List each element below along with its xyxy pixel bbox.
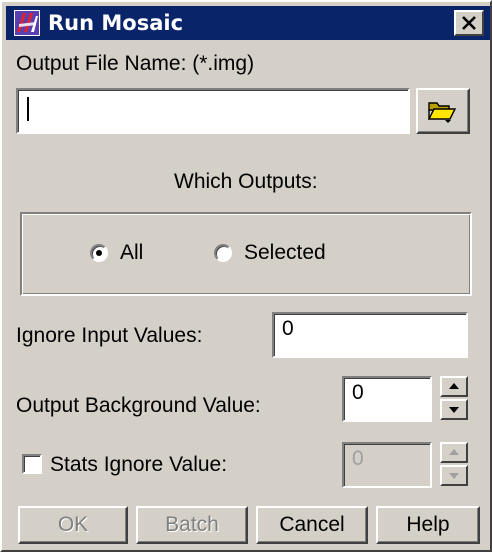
ignore-input-value: 0 (282, 317, 294, 340)
spin-up-button[interactable] (440, 376, 468, 397)
output-background-label: Output Background Value: (16, 394, 261, 417)
output-background-field[interactable]: 0 (342, 376, 432, 422)
title-bar[interactable]: Run Mosaic (6, 6, 490, 40)
output-background-value: 0 (352, 381, 364, 404)
help-button-label: Help (406, 513, 450, 536)
arrow-up-icon (449, 449, 459, 455)
stats-ignore-label: Stats Ignore Value: (50, 453, 228, 476)
radio-selected[interactable]: Selected (206, 238, 346, 268)
folder-open-icon (427, 102, 457, 123)
window-title: Run Mosaic (48, 11, 184, 35)
output-file-label: Output File Name: (*.img) (16, 52, 255, 75)
arrow-down-icon (449, 473, 459, 479)
text-caret (27, 97, 29, 121)
cancel-button-label: Cancel (279, 513, 345, 536)
close-button[interactable] (454, 10, 484, 36)
ok-button[interactable]: OK (18, 506, 128, 544)
radio-all[interactable]: All (82, 238, 182, 268)
which-outputs-group: All Selected (20, 212, 472, 296)
batch-button[interactable]: Batch (136, 506, 248, 544)
radio-all-label: All (120, 241, 144, 264)
batch-button-label: Batch (165, 513, 219, 536)
help-button[interactable]: Help (376, 506, 480, 544)
radio-selected-dot (96, 250, 102, 256)
spin-down-button[interactable] (440, 399, 468, 420)
mosaic-app-icon (14, 10, 40, 36)
cancel-button[interactable]: Cancel (256, 506, 368, 544)
stats-spin-up-button[interactable] (440, 442, 468, 463)
ignore-input-field[interactable]: 0 (272, 312, 468, 358)
radio-selected-label: Selected (244, 241, 326, 264)
radio-all-button[interactable] (90, 244, 108, 262)
stats-ignore-field[interactable]: 0 (342, 442, 432, 488)
stats-spin-down-button[interactable] (440, 465, 468, 486)
radio-selected-button[interactable] (214, 244, 232, 262)
arrow-up-icon (449, 383, 459, 389)
stats-ignore-checkbox[interactable]: Stats Ignore Value: (22, 450, 282, 480)
output-file-input[interactable] (16, 88, 410, 134)
output-background-spinner (440, 376, 468, 422)
which-outputs-label: Which Outputs: (174, 170, 318, 193)
arrow-down-icon (449, 407, 459, 413)
stats-ignore-value: 0 (352, 447, 364, 470)
run-mosaic-dialog: Run Mosaic Output File Name: (*.img) Whi… (0, 0, 492, 552)
ok-button-label: OK (57, 513, 89, 536)
stats-ignore-spinner (440, 442, 468, 488)
browse-file-button[interactable] (416, 88, 470, 134)
close-icon (462, 16, 476, 30)
stats-ignore-check[interactable] (22, 454, 42, 474)
ignore-input-label: Ignore Input Values: (16, 324, 203, 347)
